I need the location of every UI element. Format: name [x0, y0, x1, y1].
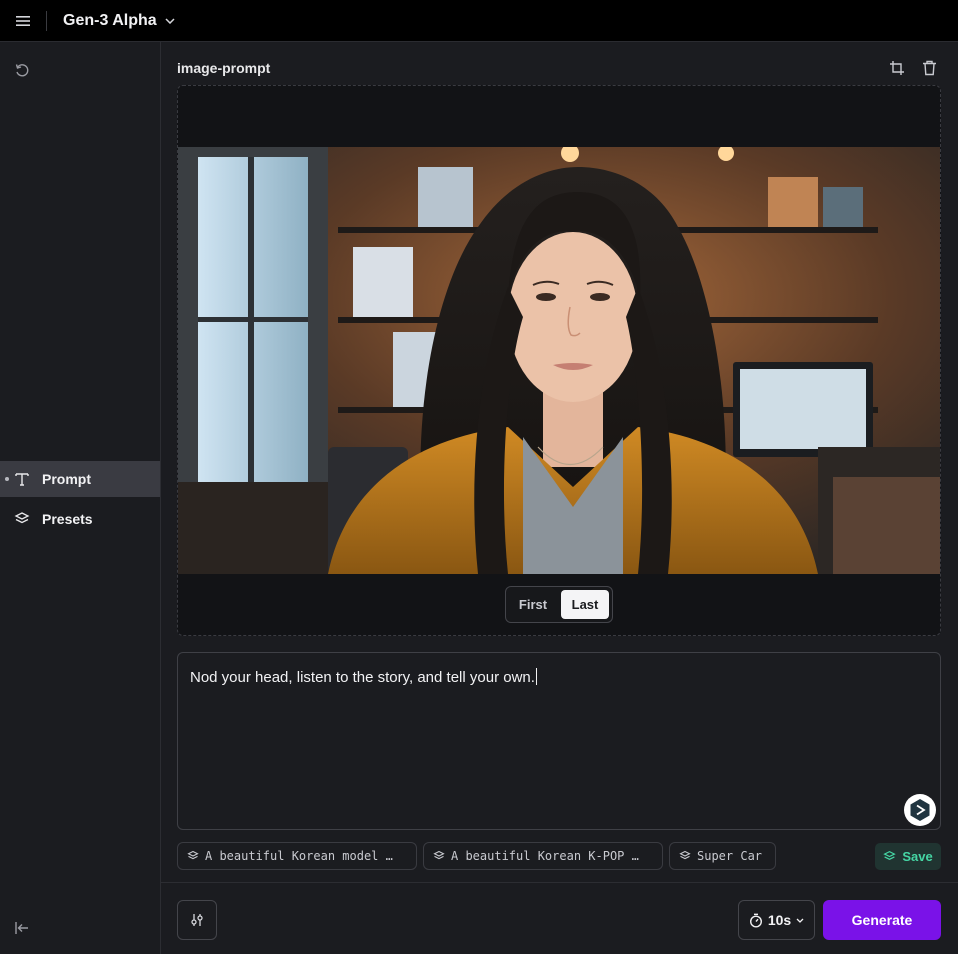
trash-icon	[922, 60, 936, 76]
divider	[46, 10, 47, 31]
layers-plus-icon	[883, 850, 897, 861]
section-title: image-prompt	[177, 60, 271, 76]
save-label: Save	[902, 849, 933, 864]
main-panel: image-prompt First Last Nod your head, l…	[161, 42, 958, 954]
text-t-icon	[15, 473, 29, 486]
reset-icon	[15, 64, 29, 77]
text-caret	[535, 668, 537, 685]
top-bar: Gen-3 Alpha	[0, 0, 958, 42]
duration-selector[interactable]: 10s	[738, 900, 815, 940]
model-selector[interactable]: Gen-3 Alpha	[63, 12, 175, 30]
sliders-icon	[191, 914, 203, 926]
reset-button[interactable]	[12, 60, 32, 80]
toggle-first[interactable]: First	[509, 590, 557, 619]
sidebar-item-label: Presets	[42, 511, 93, 527]
duration-value: 10s	[767, 912, 792, 928]
layers-icon	[433, 850, 445, 860]
frame-toggle: First Last	[505, 586, 613, 623]
prompt-image	[178, 147, 940, 574]
collapse-sidebar-icon	[15, 922, 28, 934]
collapse-sidebar-button[interactable]	[12, 918, 32, 938]
toggle-last[interactable]: Last	[561, 590, 609, 619]
settings-button[interactable]	[177, 900, 217, 940]
chevron-down-icon	[796, 918, 804, 923]
preset-chip-label: A beautiful Korean K-POP …	[451, 849, 639, 863]
preset-chip[interactable]: Super Car	[669, 842, 776, 870]
prompt-text: Nod your head, listen to the story, and …	[190, 669, 535, 686]
crop-button[interactable]	[885, 56, 909, 80]
sidebar-item-label: Prompt	[42, 471, 91, 487]
assistant-logo-icon	[910, 799, 930, 821]
sidebar-item-prompt[interactable]: Prompt	[0, 461, 160, 497]
layers-icon	[14, 512, 30, 524]
prompt-textarea[interactable]: Nod your head, listen to the story, and …	[177, 652, 941, 830]
layers-icon	[187, 850, 199, 860]
layers-icon	[679, 850, 691, 860]
hamburger-menu-icon	[16, 15, 30, 26]
sidebar-item-presets[interactable]: Presets	[0, 501, 160, 537]
stopwatch-icon	[749, 913, 762, 928]
crop-icon	[890, 61, 904, 75]
generate-button[interactable]: Generate	[823, 900, 941, 940]
active-indicator	[5, 477, 9, 481]
model-name: Gen-3 Alpha	[63, 11, 157, 29]
save-preset-button[interactable]: Save	[875, 843, 941, 870]
bottom-bar: 10s Generate	[161, 882, 958, 954]
prompt-text-container: Nod your head, listen to the story, and …	[190, 668, 537, 686]
delete-button[interactable]	[917, 56, 941, 80]
image-prompt-card[interactable]: First Last	[177, 85, 941, 636]
preset-chip-label: Super Car	[697, 849, 763, 863]
preset-chip-label: A beautiful Korean model …	[205, 849, 393, 863]
prompt-assist-button[interactable]	[904, 794, 936, 826]
chevron-down-icon	[165, 17, 175, 24]
preset-chip[interactable]: A beautiful Korean model …	[177, 842, 417, 870]
preset-chip[interactable]: A beautiful Korean K-POP …	[423, 842, 663, 870]
sidebar: Prompt Presets	[0, 42, 161, 954]
menu-button[interactable]	[0, 0, 46, 42]
